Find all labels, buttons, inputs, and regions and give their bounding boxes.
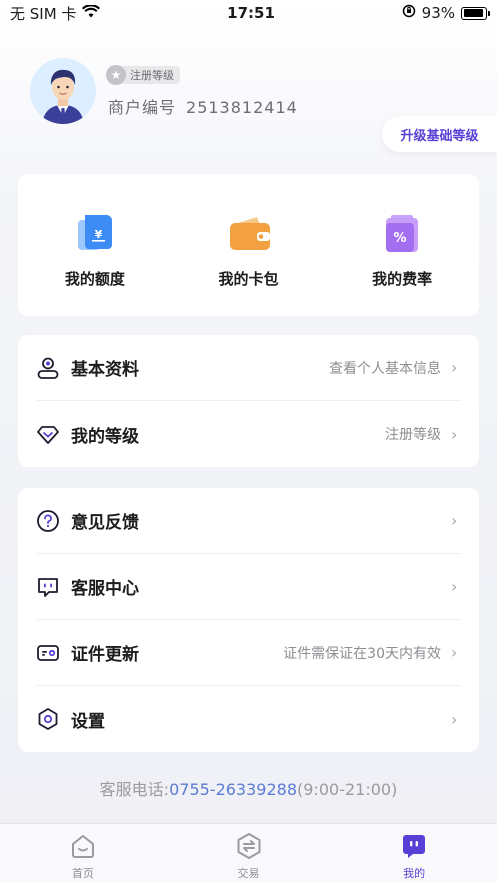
customer-hotline: 客服电话:0755-26339288(9:00-21:00) <box>0 776 497 800</box>
profile-info: ★ 注册等级 商户编号 2513812414 <box>106 64 298 118</box>
level-badge: ★ 注册等级 <box>106 65 180 85</box>
avatar[interactable] <box>30 58 96 124</box>
svg-text:%: % <box>394 231 407 246</box>
chevron-right-icon: › <box>451 643 458 662</box>
menu-item-settings[interactable]: 设置 › <box>36 686 461 752</box>
user-icon <box>36 356 60 380</box>
hotline-hours: (9:00-21:00) <box>297 780 398 799</box>
menu-group-profile: 基本资料 查看个人基本信息 › 我的等级 注册等级 › <box>18 335 479 467</box>
rate-icon: % <box>382 214 422 254</box>
menu-item-feedback[interactable]: 意见反馈 › <box>36 488 461 554</box>
home-icon <box>69 832 97 860</box>
tab-label: 首页 <box>71 867 94 880</box>
chevron-right-icon: › <box>451 424 458 444</box>
chevron-right-icon: › <box>451 577 458 596</box>
menu-item-label: 设置 <box>71 711 105 732</box>
status-time: 17:51 <box>227 4 275 22</box>
status-bar: 无 SIM 卡 17:51 93% <box>0 0 497 26</box>
merchant-id: 2513812414 <box>186 98 298 117</box>
chevron-right-icon: › <box>451 709 458 729</box>
menu-item-label: 证件更新 <box>71 645 139 665</box>
mine-icon <box>400 832 428 860</box>
menu-item-subtitle: 注册等级 <box>385 427 441 443</box>
quick-item-label: 我的费率 <box>372 270 433 288</box>
level-badge-label: 注册等级 <box>130 69 174 82</box>
merchant-row: 商户编号 2513812414 <box>108 94 298 118</box>
question-icon <box>36 509 60 533</box>
menu-item-subtitle: 证件需保证在30天内有效 <box>283 645 441 662</box>
menu-item-label: 客服中心 <box>71 579 139 599</box>
diamond-icon <box>36 422 60 446</box>
hotline-phone-link[interactable]: 0755-26339288 <box>169 780 297 799</box>
quick-item-wallet[interactable]: 我的卡包 <box>172 174 326 316</box>
menu-item-label: 我的等级 <box>71 426 139 447</box>
quick-item-label: 我的额度 <box>64 270 125 288</box>
quick-item-rate[interactable]: % 我的费率 <box>325 174 479 316</box>
tab-home[interactable]: 首页 <box>0 824 166 883</box>
tab-bar: 首页 交易 我的 <box>0 823 497 883</box>
status-right: 93% <box>402 4 490 22</box>
battery-icon <box>461 6 490 20</box>
battery-fill <box>463 9 484 17</box>
tab-mine[interactable]: 我的 <box>331 824 497 883</box>
id-card-icon <box>36 641 60 665</box>
carrier-label: 无 SIM 卡 <box>10 4 77 23</box>
quick-actions-card: ¥ 我的额度 我的卡包 % 我的费率 <box>18 174 479 316</box>
tab-transaction[interactable]: 交易 <box>166 824 332 883</box>
menu-item-id-update[interactable]: 证件更新 证件需保证在30天内有效 › <box>36 620 461 686</box>
quick-item-label: 我的卡包 <box>218 270 279 288</box>
menu-item-subtitle: 查看个人基本信息 <box>329 360 441 377</box>
level-star-icon: ★ <box>106 65 126 85</box>
menu-item-label: 基本资料 <box>71 360 139 380</box>
settings-icon <box>36 707 60 731</box>
quick-item-quota[interactable]: ¥ 我的额度 <box>18 174 172 316</box>
menu-item-label: 意见反馈 <box>71 513 139 533</box>
profile-header: ★ 注册等级 商户编号 2513812414 <box>30 58 298 124</box>
chevron-right-icon: › <box>451 358 458 377</box>
status-left: 无 SIM 卡 <box>10 3 101 24</box>
wifi-icon <box>82 4 101 22</box>
chevron-right-icon: › <box>451 511 458 530</box>
upgrade-level-button[interactable]: 升级基础等级 <box>382 116 497 152</box>
menu-item-my-level[interactable]: 我的等级 注册等级 › <box>36 401 461 467</box>
chat-icon <box>36 575 60 599</box>
menu-group-support: 意见反馈 › 客服中心 › 证件更新 证件需保证在30天内有效 › 设置 › <box>18 488 479 752</box>
battery-percent: 93% <box>421 4 455 22</box>
quota-icon: ¥ <box>75 214 115 254</box>
svg-text:¥: ¥ <box>95 228 103 241</box>
menu-item-customer-service[interactable]: 客服中心 › <box>36 554 461 620</box>
wallet-icon <box>229 214 270 254</box>
orientation-lock-icon <box>402 4 416 22</box>
transaction-icon <box>235 832 263 860</box>
menu-item-basic-info[interactable]: 基本资料 查看个人基本信息 › <box>36 335 461 401</box>
merchant-label: 商户编号 <box>108 98 177 117</box>
tab-label: 交易 <box>237 867 260 880</box>
hotline-label: 客服电话: <box>99 780 170 799</box>
tab-label: 我的 <box>403 867 426 880</box>
